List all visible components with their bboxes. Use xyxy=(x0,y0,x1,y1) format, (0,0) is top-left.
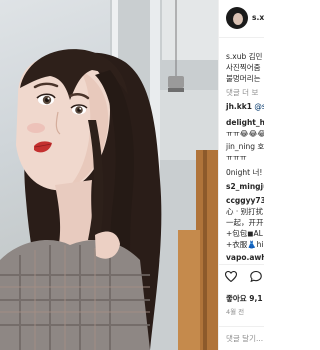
caption-line-2: 사진찍어줌 xyxy=(226,63,261,72)
comment-delight-text: ㅠㅠ😂😂😂 xyxy=(226,129,264,138)
comment-s2-mingju[interactable]: s2_mingju xyxy=(226,182,264,191)
likes-count[interactable]: 좋아요 9,1 xyxy=(226,294,263,303)
comment-ccggyy73-line-2: 一起，开开 xyxy=(226,218,264,227)
comment-ccggyy73-line-1: 心 · 别打扰 xyxy=(226,207,264,216)
comment-icon[interactable] xyxy=(250,271,262,282)
comment-ccggyy73-line-4: +衣服👗hi xyxy=(226,240,264,249)
comment-jin-ning-text: ㅠㅠㅠ xyxy=(226,153,247,162)
post-photo xyxy=(0,0,218,350)
comments-panel: s.xub s.xub 김민 사진찍어줌 불멍머리는 댓글 더 보 jh.kk1… xyxy=(218,0,264,350)
actions-divider xyxy=(219,264,264,265)
load-more-comments-link[interactable]: 댓글 더 보 xyxy=(226,88,258,97)
comment-username[interactable]: jh.kk1 xyxy=(226,102,252,111)
heart-icon[interactable] xyxy=(225,271,237,282)
photo-illustration xyxy=(0,0,218,350)
comment-0night: 0night 너! xyxy=(226,168,263,177)
comment-ccggyy73-line-3: +包包◼AL xyxy=(226,229,263,238)
post-time: 4월 전 xyxy=(226,308,245,316)
comment-delight-username[interactable]: delight_hy xyxy=(226,118,264,127)
comment-mention[interactable]: @s xyxy=(254,102,264,111)
add-comment-input[interactable]: 댓글 달기... xyxy=(226,334,263,343)
comment-ccggyy73-username[interactable]: ccggyy73 xyxy=(226,196,264,205)
comment-jin-ning: jin_ning 호 xyxy=(226,142,264,151)
caption-line-1: s.xub 김민 xyxy=(226,52,263,61)
comment-input-divider xyxy=(219,326,264,327)
comment-vapo-awhi[interactable]: vapo.awhi xyxy=(226,253,264,262)
header-divider xyxy=(219,37,264,38)
profile-avatar[interactable] xyxy=(226,7,248,29)
header-username[interactable]: s.xub xyxy=(252,13,264,22)
caption-line-3: 불멍머리는 xyxy=(226,74,261,83)
comment-jh-kk1: jh.kk1 @s xyxy=(226,102,264,111)
